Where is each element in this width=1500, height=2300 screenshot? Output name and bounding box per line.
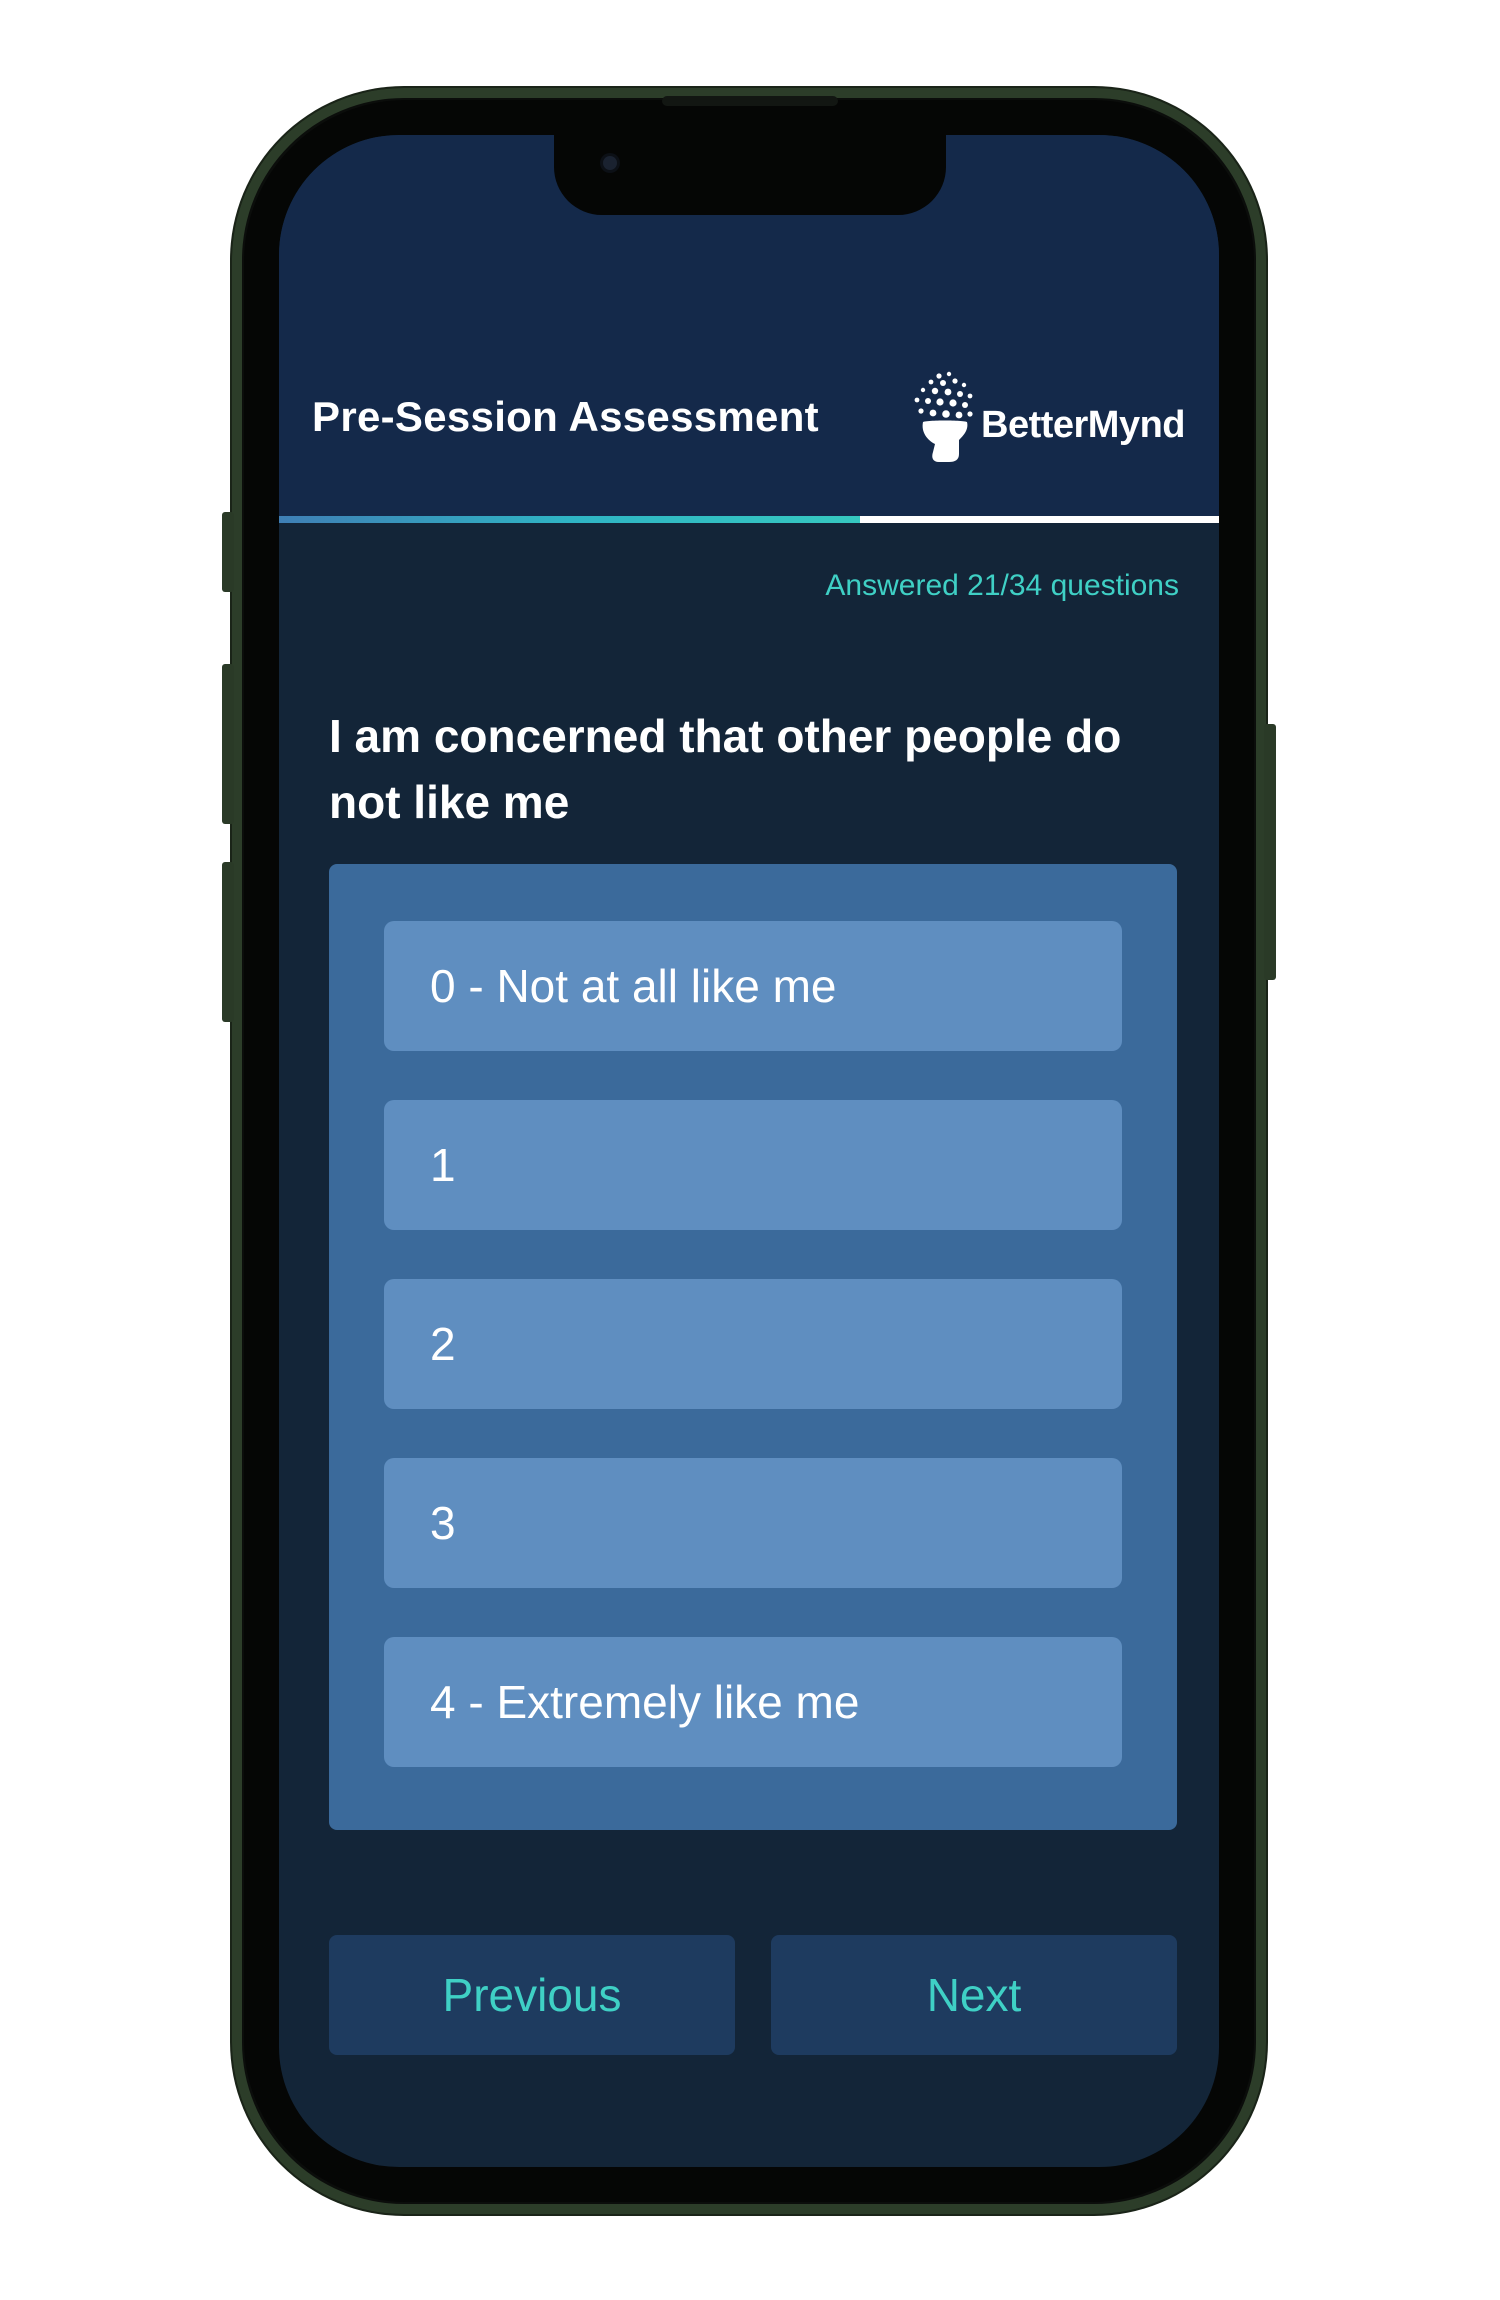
answer-options-panel: 0 - Not at all like me 1 2 3 4 - Extreme…	[329, 864, 1177, 1830]
mute-switch	[222, 512, 234, 592]
earpiece-speaker	[662, 96, 838, 106]
option-label: 0 - Not at all like me	[430, 960, 837, 1012]
volume-down-button	[222, 862, 234, 1022]
screen-notch	[554, 135, 946, 215]
question-text: I am concerned that other people do not …	[329, 710, 1122, 828]
previous-button-label: Previous	[442, 1969, 622, 2021]
option-label: 4 - Extremely like me	[430, 1676, 860, 1728]
phone-screen: Pre-Session Assessment BetterMynd Answer…	[279, 135, 1219, 2167]
next-button-label: Next	[926, 1969, 1022, 2021]
next-button[interactable]: Next	[771, 1935, 1177, 2055]
brand-name: BetterMynd	[981, 404, 1186, 446]
option-4-button[interactable]: 4 - Extremely like me	[384, 1637, 1122, 1767]
option-0-button[interactable]: 0 - Not at all like me	[384, 921, 1122, 1051]
option-label: 2	[430, 1318, 456, 1370]
option-label: 1	[430, 1139, 456, 1191]
page-title: Pre-Session Assessment	[312, 393, 819, 440]
answered-count: Answered 21/34 questions	[825, 569, 1179, 602]
option-label: 3	[430, 1497, 456, 1549]
power-button	[1264, 724, 1276, 980]
progress-bar-fill	[279, 516, 860, 523]
option-2-button[interactable]: 2	[384, 1279, 1122, 1409]
option-3-button[interactable]: 3	[384, 1458, 1122, 1588]
head-bubbles-logo-icon	[914, 371, 973, 462]
option-1-button[interactable]: 1	[384, 1100, 1122, 1230]
volume-up-button	[222, 664, 234, 824]
progress-bar	[279, 516, 1219, 523]
front-camera	[603, 156, 617, 170]
previous-button[interactable]: Previous	[329, 1935, 735, 2055]
brand-logo: BetterMynd	[909, 370, 1199, 480]
